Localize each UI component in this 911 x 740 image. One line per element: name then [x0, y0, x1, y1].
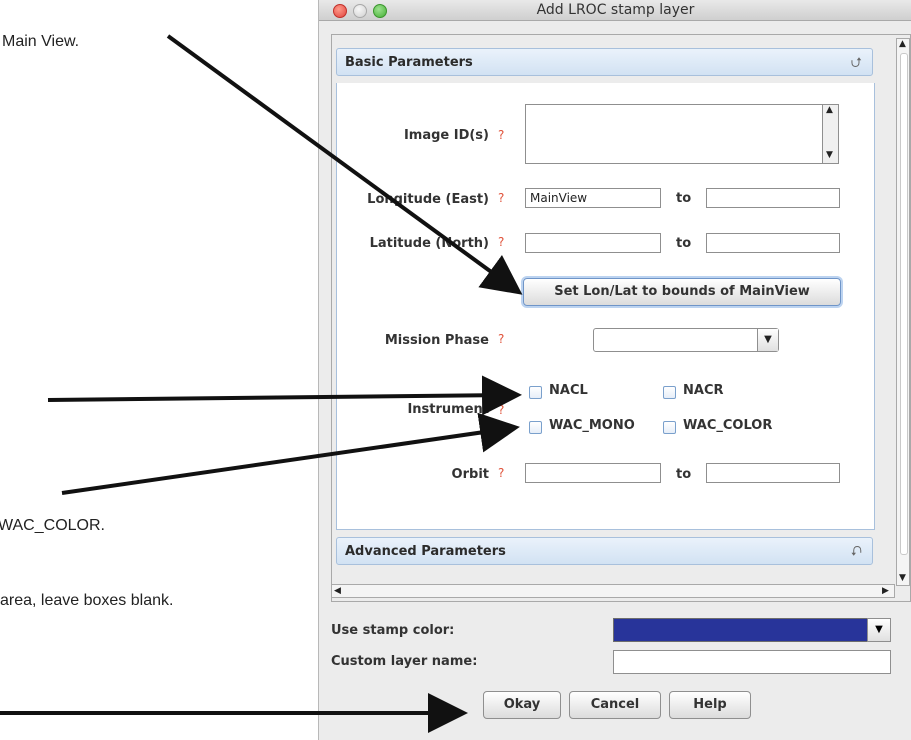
arrow-to-nacl [47, 375, 522, 416]
arrow-to-set-bounds [166, 34, 523, 295]
annotation-arrows [0, 34, 523, 733]
arrow-to-wac-mono [61, 412, 520, 495]
